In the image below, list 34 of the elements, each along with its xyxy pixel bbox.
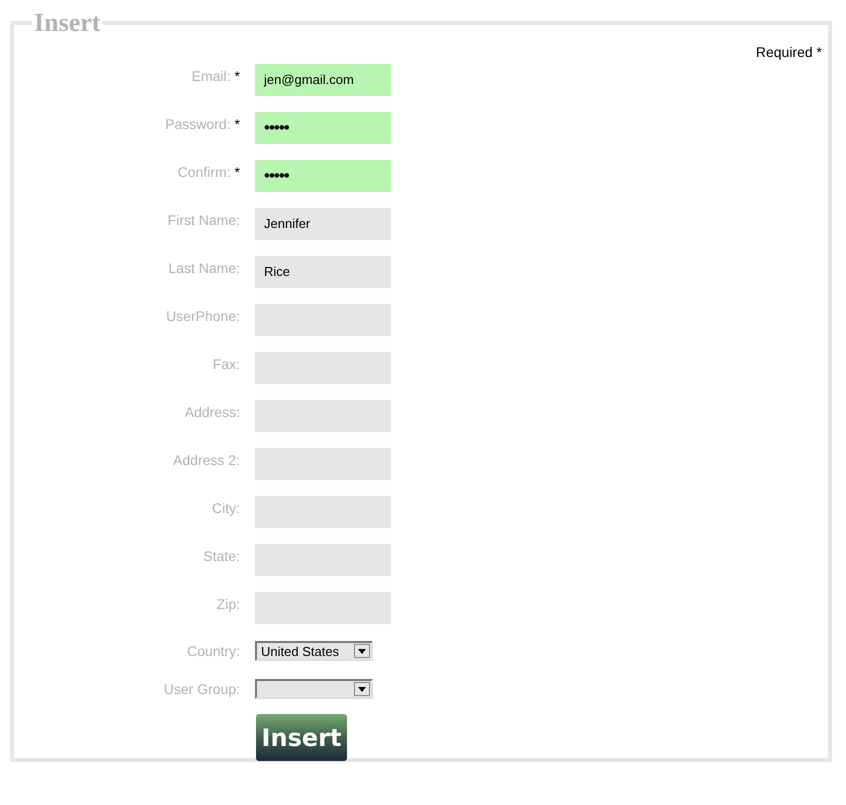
field-label: User Group: (164, 681, 240, 697)
field-label: Fax: (212, 356, 240, 372)
field-label: Address 2: (173, 452, 240, 468)
required-mark: * (234, 164, 240, 180)
required-mark: * (234, 116, 240, 132)
input-field[interactable] (255, 352, 391, 384)
input-field[interactable] (255, 448, 391, 480)
input-field[interactable] (255, 592, 391, 624)
field-label: Address: (184, 404, 240, 420)
field-label: Email: (192, 68, 231, 84)
field-label: Last Name: (168, 260, 240, 276)
dropdown[interactable]: United States (255, 641, 373, 661)
input-field[interactable] (255, 400, 391, 432)
input-field[interactable] (255, 304, 391, 336)
insert-button[interactable]: Insert (256, 714, 347, 761)
field-label: First Name: (168, 212, 240, 228)
dropdown[interactable] (255, 679, 373, 699)
field-label: City: (212, 500, 240, 516)
form-title: Insert (33, 10, 102, 36)
input-field[interactable]: Rice (255, 256, 391, 288)
field-label: Password: (165, 116, 231, 132)
password-field[interactable]: ••••• (255, 112, 391, 144)
input-field[interactable] (255, 496, 391, 528)
input-field[interactable]: jen@gmail.com (255, 64, 391, 96)
input-field[interactable]: Jennifer (255, 208, 391, 240)
required-mark: * (234, 68, 240, 84)
input-field[interactable] (255, 544, 391, 576)
field-label: UserPhone: (166, 308, 240, 324)
required-note: Required * (754, 44, 822, 62)
field-label: Country: (187, 643, 240, 659)
field-label: Confirm: (178, 164, 231, 180)
password-field[interactable]: ••••• (255, 160, 391, 192)
field-label: Zip: (216, 596, 240, 612)
field-label: State: (203, 548, 240, 564)
